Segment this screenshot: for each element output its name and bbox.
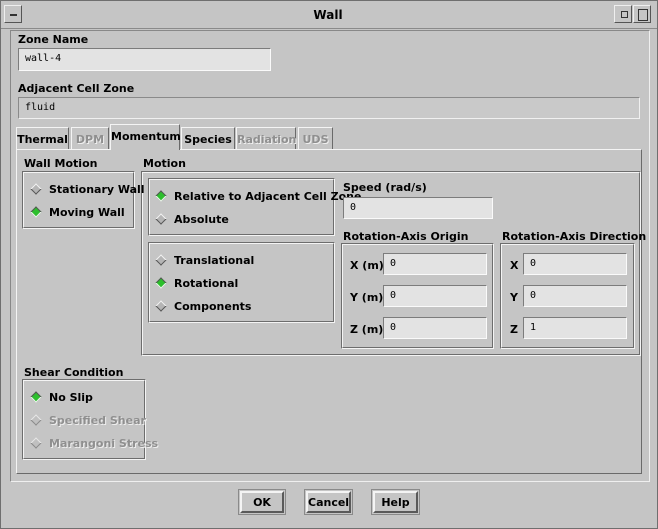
tab-uds[interactable]: UDS [298, 127, 333, 149]
direction-x-input[interactable]: 0 [523, 253, 627, 275]
minimize-button[interactable] [614, 5, 632, 23]
zone-name-label: Zone Name [18, 33, 89, 46]
wall-motion-label: Wall Motion [24, 157, 98, 170]
window-title: Wall [313, 8, 343, 22]
marangoni-stress-radio[interactable]: Marangoni Stress [30, 436, 158, 452]
cancel-button[interactable]: Cancel [304, 489, 353, 515]
translational-radio[interactable]: Translational [155, 253, 277, 269]
components-label: Components [174, 300, 252, 313]
components-radio[interactable]: Components [155, 299, 277, 315]
radio-off-icon [30, 437, 42, 449]
rotational-radio[interactable]: Rotational [155, 276, 277, 292]
help-button[interactable]: Help [371, 489, 420, 515]
shear-condition-label: Shear Condition [24, 366, 124, 379]
origin-x-label: X (m) [350, 259, 384, 272]
zone-name-input[interactable]: wall-4 [18, 48, 271, 71]
marangoni-stress-label: Marangoni Stress [49, 437, 159, 450]
translational-label: Translational [174, 254, 255, 267]
radio-on-icon [30, 206, 42, 218]
direction-y-input[interactable]: 0 [523, 285, 627, 307]
tab-species[interactable]: Species [181, 127, 235, 149]
moving-wall-radio[interactable]: Moving Wall [30, 205, 132, 221]
tab-momentum[interactable]: Momentum [110, 124, 181, 150]
maximize-button[interactable] [633, 5, 651, 23]
absolute-frame-radio[interactable]: Absolute [155, 212, 257, 228]
radio-on-icon [155, 190, 167, 202]
adjacent-cell-zone-label: Adjacent Cell Zone [18, 82, 135, 95]
minimize-icon [621, 11, 628, 18]
relative-frame-radio[interactable]: Relative to Adjacent Cell Zone [155, 189, 361, 205]
rotational-label: Rotational [174, 277, 239, 290]
speed-label: Speed (rad/s) [343, 181, 427, 194]
stationary-wall-label: Stationary Wall [49, 183, 145, 196]
radio-off-icon [30, 414, 42, 426]
origin-z-input[interactable]: 0 [383, 317, 487, 339]
moving-wall-label: Moving Wall [49, 206, 125, 219]
radio-off-icon [30, 183, 42, 195]
origin-x-input[interactable]: 0 [383, 253, 487, 275]
specified-shear-label: Specified Shear [49, 414, 146, 427]
origin-y-input[interactable]: 0 [383, 285, 487, 307]
specified-shear-radio[interactable]: Specified Shear [30, 413, 146, 429]
direction-z-label: Z [510, 323, 518, 336]
rotation-axis-direction-label: Rotation-Axis Direction [502, 230, 647, 243]
radio-off-icon [155, 213, 167, 225]
direction-x-label: X [510, 259, 519, 272]
tab-thermal[interactable]: Thermal [16, 127, 69, 149]
direction-z-input[interactable]: 1 [523, 317, 627, 339]
motion-label: Motion [143, 157, 186, 170]
rotation-axis-origin-label: Rotation-Axis Origin [343, 230, 469, 243]
absolute-frame-label: Absolute [174, 213, 229, 226]
ok-button[interactable]: OK [238, 489, 286, 515]
origin-z-label: Z (m) [350, 323, 384, 336]
adjacent-cell-zone-value: fluid [18, 97, 640, 119]
maximize-icon [638, 9, 648, 21]
radio-off-icon [155, 254, 167, 266]
radio-on-icon [155, 277, 167, 289]
no-slip-label: No Slip [49, 391, 93, 404]
tab-dpm[interactable]: DPM [71, 127, 109, 149]
radio-off-icon [155, 300, 167, 312]
origin-y-label: Y (m) [350, 291, 384, 304]
relative-frame-label: Relative to Adjacent Cell Zone [174, 190, 362, 203]
direction-y-label: Y [510, 291, 518, 304]
speed-input[interactable]: 0 [343, 197, 493, 219]
no-slip-radio[interactable]: No Slip [30, 390, 142, 406]
stationary-wall-radio[interactable]: Stationary Wall [30, 182, 145, 198]
radio-on-icon [30, 391, 42, 403]
tab-radiation[interactable]: Radiation [236, 127, 296, 149]
